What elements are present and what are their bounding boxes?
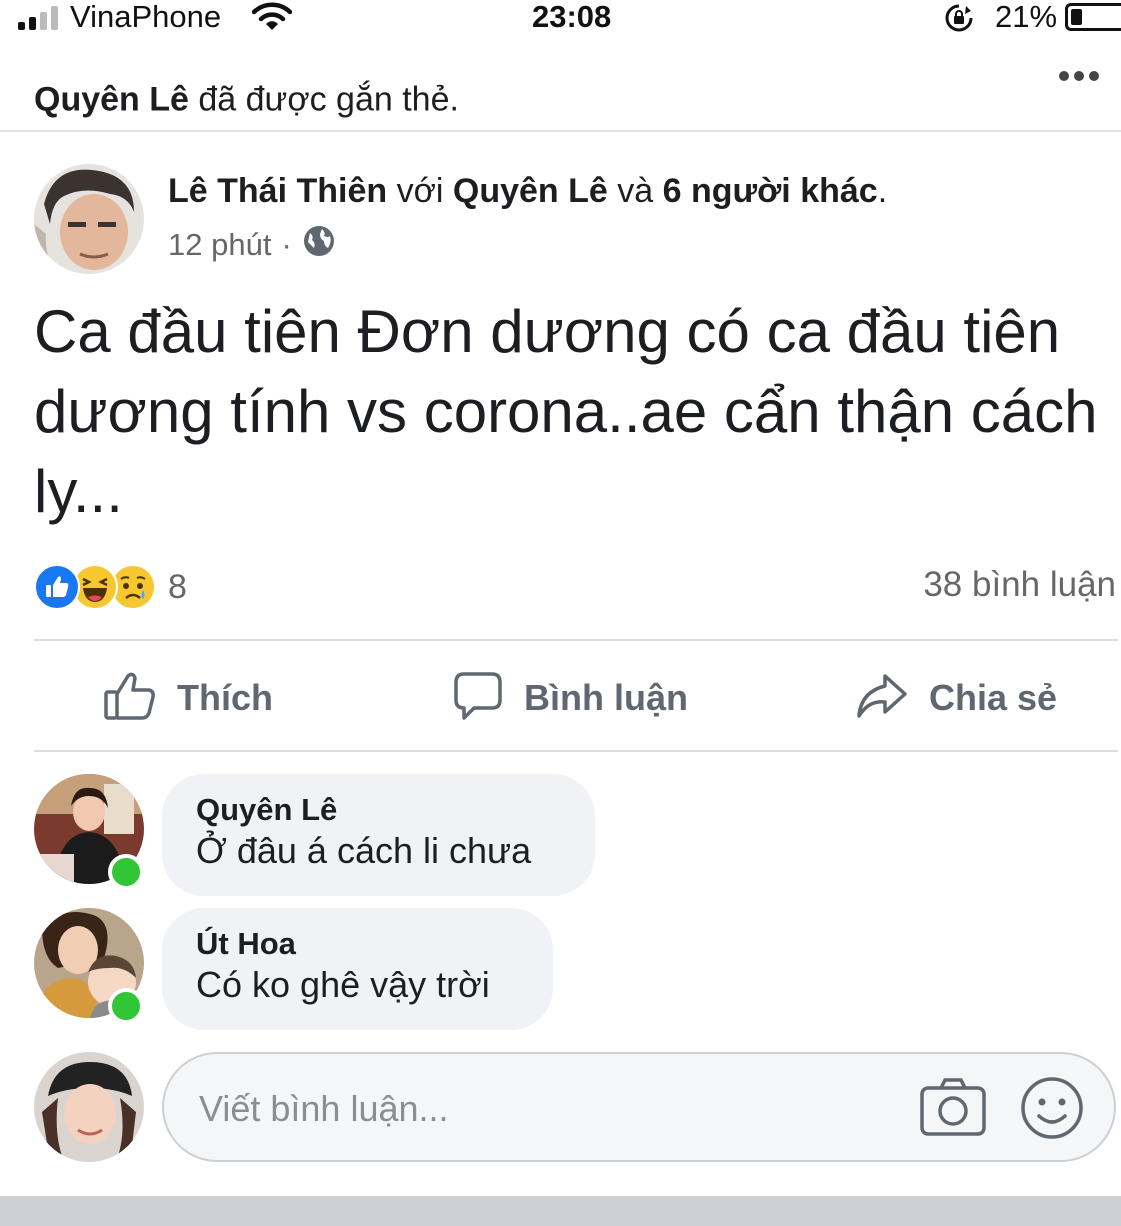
battery-icon xyxy=(1065,3,1121,31)
post-time[interactable]: 12 phút xyxy=(168,227,271,263)
camera-icon[interactable] xyxy=(919,1076,987,1143)
others-link[interactable]: 6 người khác xyxy=(663,172,878,210)
author-name[interactable]: Lê Thái Thiên xyxy=(168,172,387,210)
clock: 23:08 xyxy=(532,0,612,34)
share-label: Chia sẻ xyxy=(929,677,1058,718)
wifi-icon xyxy=(251,2,293,37)
comment-icon xyxy=(452,670,504,727)
divider xyxy=(34,639,1118,641)
author-avatar[interactable] xyxy=(34,164,144,274)
and-word: và xyxy=(607,172,663,210)
comment-author[interactable]: Út Hoa xyxy=(196,926,519,962)
globe-icon xyxy=(302,224,336,266)
more-options-icon[interactable] xyxy=(1059,71,1099,81)
with-word: với xyxy=(387,172,453,210)
comment-input[interactable] xyxy=(197,1082,901,1136)
comment-bubble[interactable]: Quyên Lê Ở đâu á cách li chưa xyxy=(162,774,595,896)
post-text: Ca đầu tiên Đơn dương có ca đầu tiên dươ… xyxy=(34,298,1098,525)
status-bar: VinaPhone 23:08 21% xyxy=(0,0,1121,40)
share-icon xyxy=(855,670,909,727)
tagged-person-link[interactable]: Quyên Lê xyxy=(453,172,608,210)
comment-bubble[interactable]: Út Hoa Có ko ghê vậy trời xyxy=(162,908,553,1030)
comment-composer xyxy=(162,1052,1116,1162)
orientation-lock-icon xyxy=(944,3,974,38)
current-user-avatar[interactable] xyxy=(34,1052,144,1162)
bottom-bar xyxy=(0,1196,1121,1226)
like-button[interactable]: Thích xyxy=(103,668,273,728)
like-reaction-icon xyxy=(34,564,80,610)
comment-text: Ở đâu á cách li chưa xyxy=(196,830,532,871)
share-button[interactable]: Chia sẻ xyxy=(855,668,1057,728)
tag-notice-message: đã được gắn thẻ. xyxy=(188,80,459,119)
post-author-line: Lê Thái Thiên với Quyên Lê và 6 người kh… xyxy=(168,172,887,211)
like-label: Thích xyxy=(177,677,273,718)
comment-text: Có ko ghê vậy trời xyxy=(196,964,490,1005)
like-icon xyxy=(103,670,157,727)
period: . xyxy=(877,172,888,210)
comment-button[interactable]: Bình luận xyxy=(452,668,688,728)
comment-author[interactable]: Quyên Lê xyxy=(196,792,561,828)
meta-separator: · xyxy=(281,227,292,262)
battery-percent: 21% xyxy=(995,0,1058,34)
reaction-count: 8 xyxy=(168,567,187,606)
tagged-user-name[interactable]: Quyên Lê xyxy=(34,81,189,119)
reaction-summary[interactable]: 8 xyxy=(34,564,187,610)
signal-icon xyxy=(18,6,62,30)
comment-label: Bình luận xyxy=(524,677,688,718)
emoji-icon[interactable] xyxy=(1020,1076,1084,1145)
online-status-dot xyxy=(108,854,144,890)
carrier-name: VinaPhone xyxy=(70,0,222,34)
tag-notice-text: Quyên Lê đã được gắn thẻ. xyxy=(34,81,459,120)
tag-notice: Quyên Lê đã được gắn thẻ. xyxy=(0,44,1121,132)
comment-count[interactable]: 38 bình luận xyxy=(923,565,1116,605)
post-meta: 12 phút · xyxy=(168,224,336,266)
online-status-dot xyxy=(108,988,144,1024)
divider xyxy=(34,750,1118,752)
